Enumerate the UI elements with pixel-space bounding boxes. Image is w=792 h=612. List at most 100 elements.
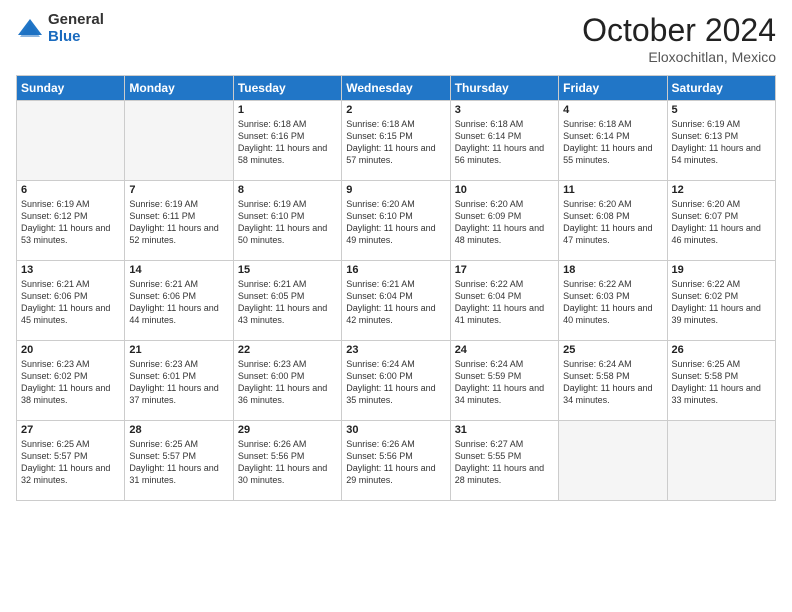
cell-info: Sunrise: 6:20 AMSunset: 6:10 PMDaylight:… [346,198,445,247]
cell-info: Sunrise: 6:18 AMSunset: 6:14 PMDaylight:… [455,118,554,167]
logo-general-text: General [48,12,104,29]
calendar-cell: 12 Sunrise: 6:20 AMSunset: 6:07 PMDayligh… [667,181,775,261]
cell-info: Sunrise: 6:21 AMSunset: 6:06 PMDaylight:… [129,278,228,327]
cell-info: Sunrise: 6:21 AMSunset: 6:04 PMDaylight:… [346,278,445,327]
day-number: 9 [346,184,445,196]
cell-info: Sunrise: 6:20 AMSunset: 6:08 PMDaylight:… [563,198,662,247]
calendar-cell: 19 Sunrise: 6:22 AMSunset: 6:02 PMDayligh… [667,261,775,341]
cell-info: Sunrise: 6:26 AMSunset: 5:56 PMDaylight:… [346,438,445,487]
calendar-header-saturday: Saturday [667,76,775,101]
calendar-cell: 10 Sunrise: 6:20 AMSunset: 6:09 PMDayligh… [450,181,558,261]
calendar-header-tuesday: Tuesday [233,76,341,101]
cell-info: Sunrise: 6:23 AMSunset: 6:01 PMDaylight:… [129,358,228,407]
day-number: 25 [563,344,662,356]
calendar-cell: 21 Sunrise: 6:23 AMSunset: 6:01 PMDayligh… [125,341,233,421]
day-number: 3 [455,104,554,116]
calendar-week-row: 6Sunrise: 6:19 AMSunset: 6:12 PMDaylight… [17,181,776,261]
calendar-cell: 24Sunrise: 6:24 AMSunset: 5:59 PMDayligh… [450,341,558,421]
calendar-cell: 4 Sunrise: 6:18 AMSunset: 6:14 PMDaylight… [559,101,667,181]
calendar-cell: 1 Sunrise: 6:18 AMSunset: 6:16 PMDaylight… [233,101,341,181]
logo-icon [16,15,44,43]
cell-info: Sunrise: 6:24 AMSunset: 5:58 PMDaylight:… [563,358,662,407]
calendar-cell: 3 Sunrise: 6:18 AMSunset: 6:14 PMDaylight… [450,101,558,181]
calendar-cell: 9 Sunrise: 6:20 AMSunset: 6:10 PMDaylight… [342,181,450,261]
calendar-header-sunday: Sunday [17,76,125,101]
header: General Blue October 2024 Eloxochitlan, … [16,12,776,65]
cell-info: Sunrise: 6:25 AMSunset: 5:57 PMDaylight:… [21,438,120,487]
day-number: 1 [238,104,337,116]
day-number: 19 [672,264,771,276]
calendar-cell: 26 Sunrise: 6:25 AMSunset: 5:58 PMDayligh… [667,341,775,421]
day-number: 4 [563,104,662,116]
month-title: October 2024 [582,12,776,49]
calendar-header-row: SundayMondayTuesdayWednesdayThursdayFrid… [17,76,776,101]
calendar-cell: 22Sunrise: 6:23 AMSunset: 6:00 PMDayligh… [233,341,341,421]
calendar-cell [17,101,125,181]
logo-blue-text: Blue [48,29,104,46]
day-number: 14 [129,264,228,276]
calendar-cell: 14 Sunrise: 6:21 AMSunset: 6:06 PMDayligh… [125,261,233,341]
cell-info: Sunrise: 6:22 AMSunset: 6:04 PMDaylight:… [455,278,554,327]
calendar-header-friday: Friday [559,76,667,101]
day-number: 29 [238,424,337,436]
calendar-cell: 7 Sunrise: 6:19 AMSunset: 6:11 PMDaylight… [125,181,233,261]
day-number: 10 [455,184,554,196]
day-number: 28 [129,424,228,436]
day-number: 13 [21,264,120,276]
day-number: 21 [129,344,228,356]
cell-info: Sunrise: 6:23 AMSunset: 6:00 PMDaylight:… [238,358,337,407]
cell-info: Sunrise: 6:22 AMSunset: 6:03 PMDaylight:… [563,278,662,327]
calendar-cell [125,101,233,181]
calendar-table: SundayMondayTuesdayWednesdayThursdayFrid… [16,75,776,501]
calendar-cell: 31Sunrise: 6:27 AMSunset: 5:55 PMDayligh… [450,421,558,501]
cell-info: Sunrise: 6:19 AMSunset: 6:11 PMDaylight:… [129,198,228,247]
calendar-cell: 25 Sunrise: 6:24 AMSunset: 5:58 PMDayligh… [559,341,667,421]
calendar-week-row: 27Sunrise: 6:25 AMSunset: 5:57 PMDayligh… [17,421,776,501]
calendar-cell: 18 Sunrise: 6:22 AMSunset: 6:03 PMDayligh… [559,261,667,341]
cell-info: Sunrise: 6:23 AMSunset: 6:02 PMDaylight:… [21,358,120,407]
cell-info: Sunrise: 6:24 AMSunset: 6:00 PMDaylight:… [346,358,445,407]
calendar-cell: 15Sunrise: 6:21 AMSunset: 6:05 PMDayligh… [233,261,341,341]
calendar-header-thursday: Thursday [450,76,558,101]
cell-info: Sunrise: 6:18 AMSunset: 6:16 PMDaylight:… [238,118,337,167]
calendar-cell: 30 Sunrise: 6:26 AMSunset: 5:56 PMDayligh… [342,421,450,501]
cell-info: Sunrise: 6:25 AMSunset: 5:58 PMDaylight:… [672,358,771,407]
cell-info: Sunrise: 6:22 AMSunset: 6:02 PMDaylight:… [672,278,771,327]
calendar-cell [667,421,775,501]
day-number: 24 [455,344,554,356]
day-number: 15 [238,264,337,276]
calendar-week-row: 1 Sunrise: 6:18 AMSunset: 6:16 PMDaylight… [17,101,776,181]
calendar-week-row: 13 Sunrise: 6:21 AMSunset: 6:06 PMDayligh… [17,261,776,341]
day-number: 11 [563,184,662,196]
calendar-cell: 8Sunrise: 6:19 AMSunset: 6:10 PMDaylight… [233,181,341,261]
day-number: 18 [563,264,662,276]
day-number: 30 [346,424,445,436]
calendar-cell: 23 Sunrise: 6:24 AMSunset: 6:00 PMDayligh… [342,341,450,421]
day-number: 26 [672,344,771,356]
cell-info: Sunrise: 6:21 AMSunset: 6:06 PMDaylight:… [21,278,120,327]
calendar-header-wednesday: Wednesday [342,76,450,101]
cell-info: Sunrise: 6:25 AMSunset: 5:57 PMDaylight:… [129,438,228,487]
cell-info: Sunrise: 6:18 AMSunset: 6:14 PMDaylight:… [563,118,662,167]
cell-info: Sunrise: 6:26 AMSunset: 5:56 PMDaylight:… [238,438,337,487]
cell-info: Sunrise: 6:18 AMSunset: 6:15 PMDaylight:… [346,118,445,167]
cell-info: Sunrise: 6:19 AMSunset: 6:10 PMDaylight:… [238,198,337,247]
calendar-cell: 20 Sunrise: 6:23 AMSunset: 6:02 PMDayligh… [17,341,125,421]
day-number: 7 [129,184,228,196]
day-number: 5 [672,104,771,116]
cell-info: Sunrise: 6:20 AMSunset: 6:07 PMDaylight:… [672,198,771,247]
calendar-cell: 5Sunrise: 6:19 AMSunset: 6:13 PMDaylight… [667,101,775,181]
logo: General Blue [16,12,104,45]
day-number: 12 [672,184,771,196]
location: Eloxochitlan, Mexico [582,49,776,65]
day-number: 20 [21,344,120,356]
cell-info: Sunrise: 6:20 AMSunset: 6:09 PMDaylight:… [455,198,554,247]
calendar-week-row: 20 Sunrise: 6:23 AMSunset: 6:02 PMDayligh… [17,341,776,421]
day-number: 6 [21,184,120,196]
calendar-cell: 27Sunrise: 6:25 AMSunset: 5:57 PMDayligh… [17,421,125,501]
day-number: 17 [455,264,554,276]
calendar-cell: 13 Sunrise: 6:21 AMSunset: 6:06 PMDayligh… [17,261,125,341]
calendar-cell: 2Sunrise: 6:18 AMSunset: 6:15 PMDaylight… [342,101,450,181]
day-number: 23 [346,344,445,356]
calendar-cell: 17 Sunrise: 6:22 AMSunset: 6:04 PMDayligh… [450,261,558,341]
